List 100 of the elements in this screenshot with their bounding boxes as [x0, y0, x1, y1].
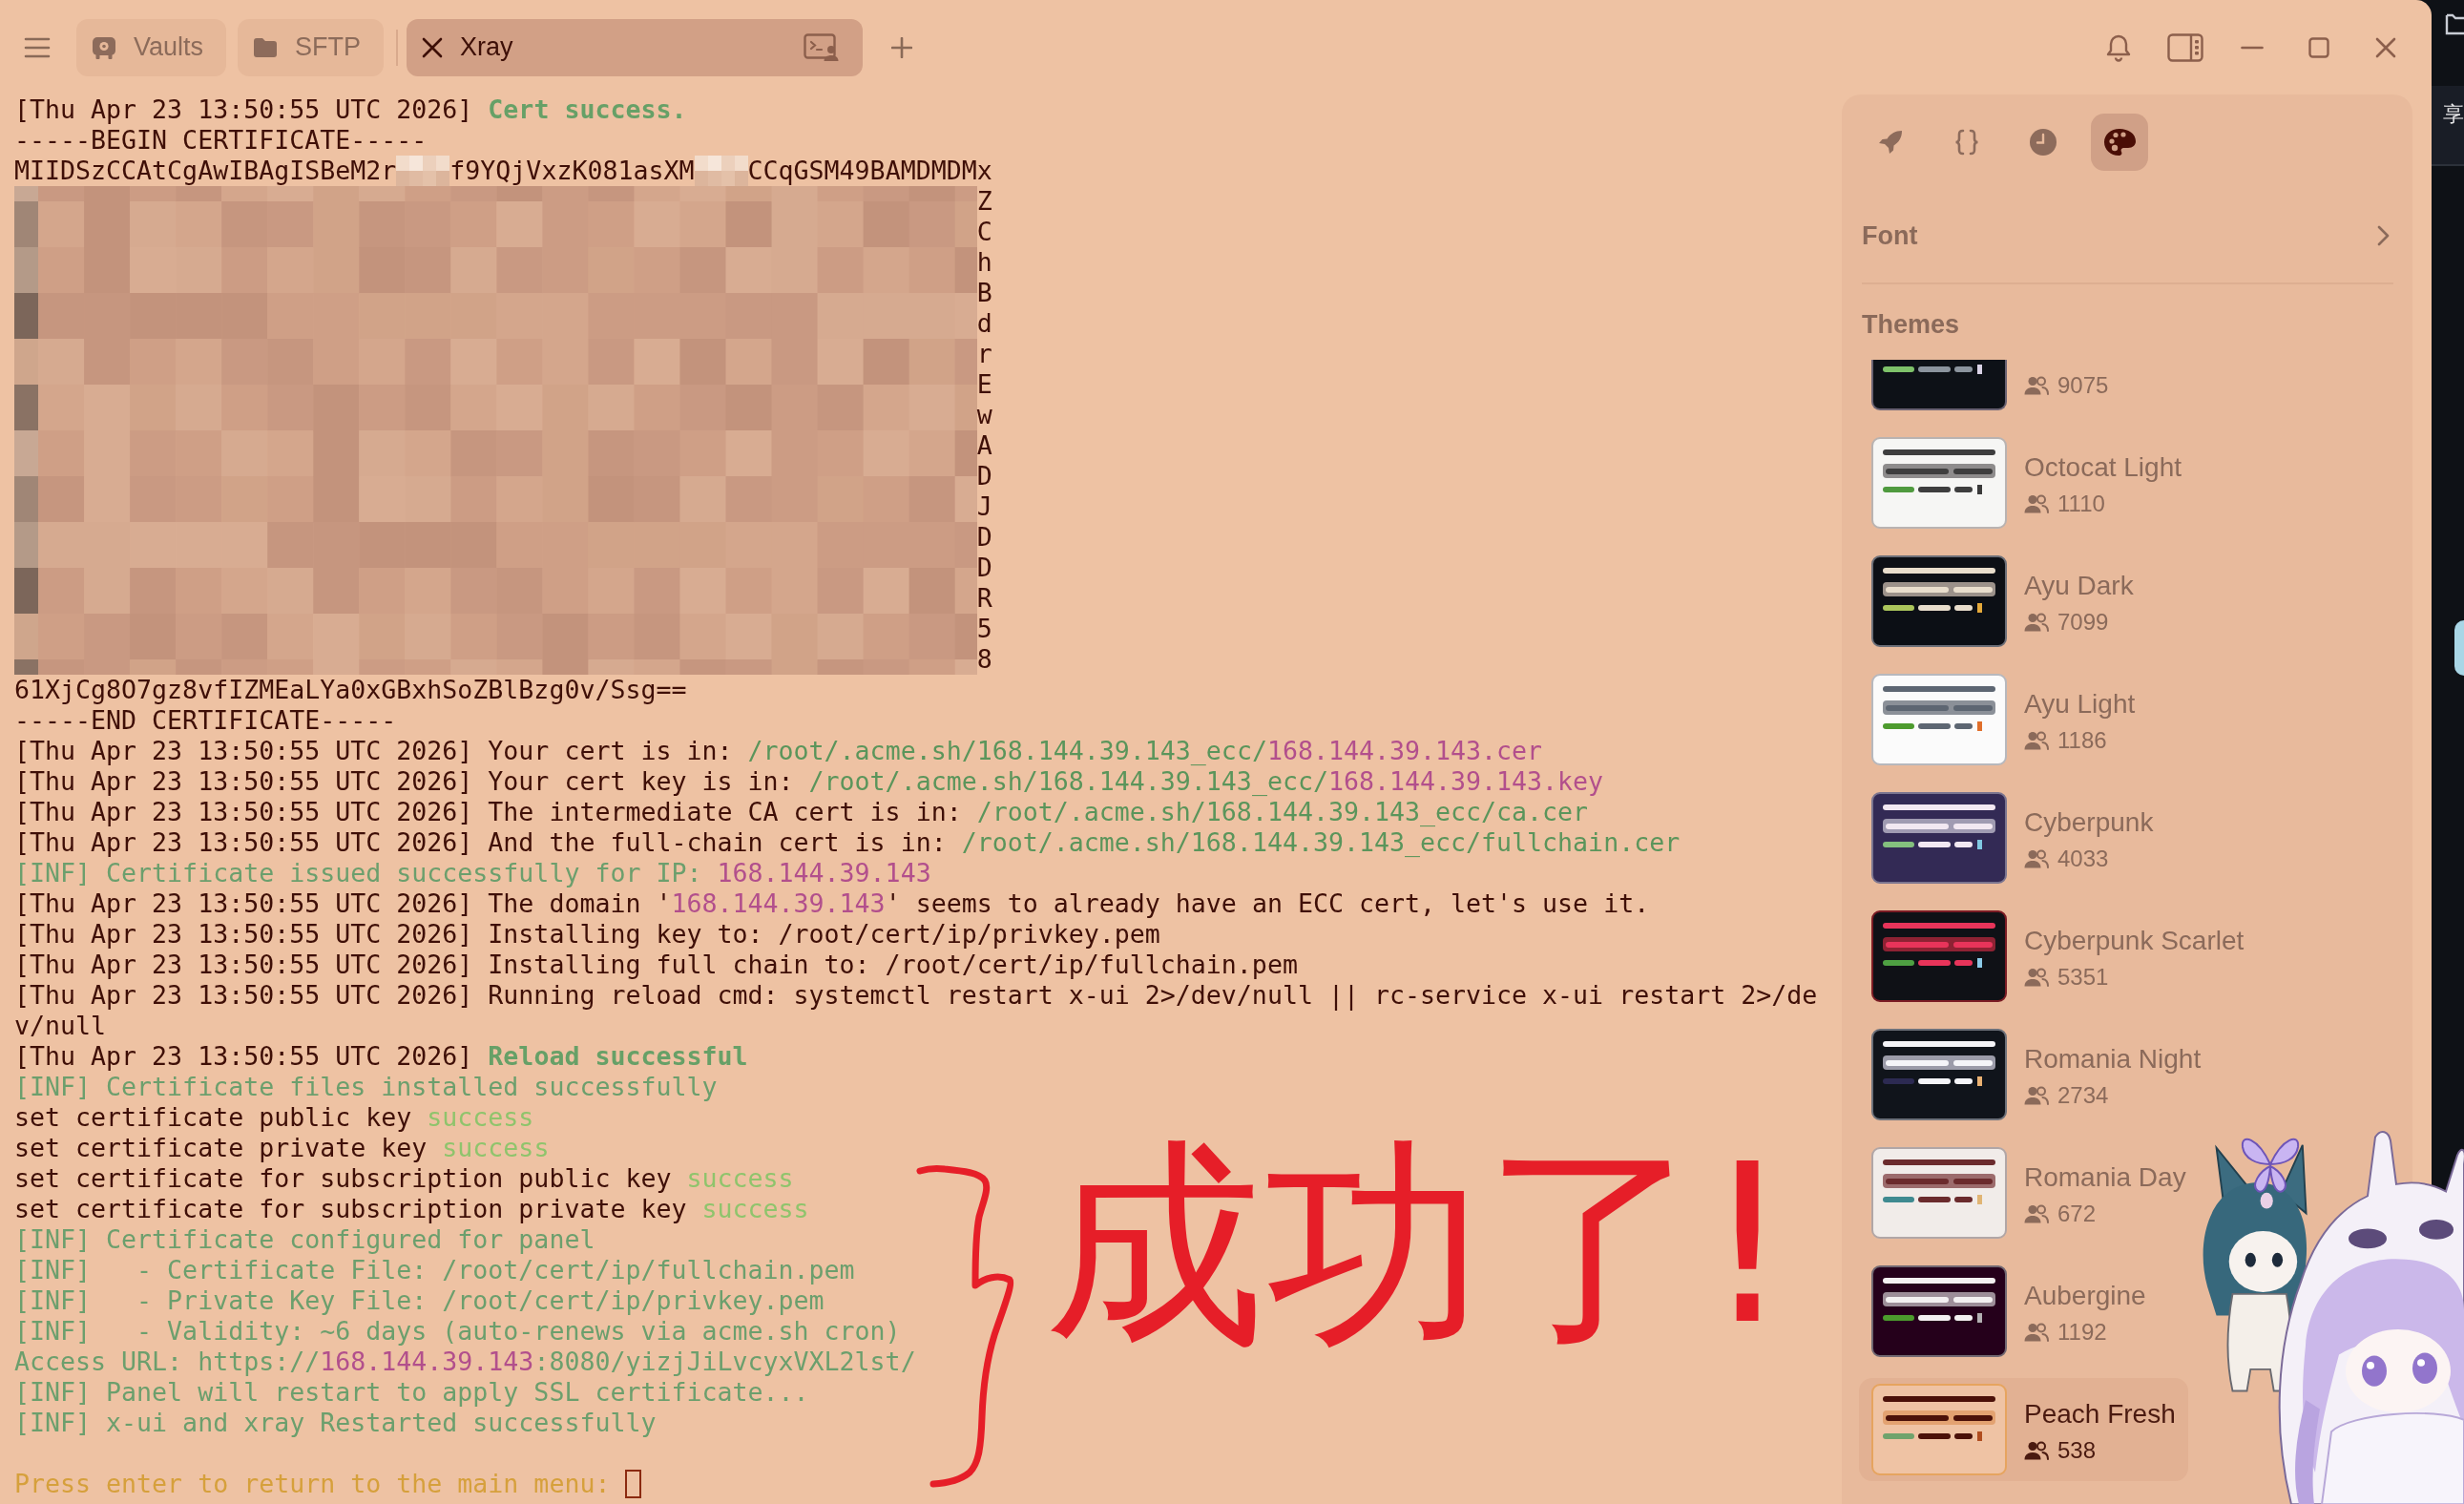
terminal-line: [INF] - Private Key File: /root/cert/ip/privkey.pem [14, 1285, 825, 1316]
terminal-text: MIIDSzCCAtCgAwIBAgISBeM2r [14, 156, 397, 186]
terminal-icon[interactable] [804, 32, 841, 62]
terminal-line: v/null [14, 1011, 107, 1041]
theme-name: Ayu Light [2024, 688, 2136, 721]
users-icon [2024, 494, 2049, 513]
tab[interactable]: Vaults [76, 18, 227, 76]
theme-item[interactable]: Cyberpunk Scarlet 5351 [1859, 905, 2257, 1008]
theme-item[interactable]: Romania Day 672 [1859, 1141, 2199, 1244]
safe-icon [92, 35, 116, 59]
terminal-text: J [976, 491, 992, 522]
theme-name: Ayu Dark [2024, 570, 2134, 602]
theme-name: Romania Night [2024, 1043, 2202, 1076]
bell-icon[interactable] [2106, 32, 2131, 62]
user-count: 1192 [2057, 1318, 2107, 1347]
theme-item[interactable]: Aubergine 1192 [1859, 1260, 2159, 1363]
terminal-line: -----END CERTIFICATE----- [14, 705, 397, 736]
terminal-line: [INF] Certificate files installed successfully [14, 1072, 718, 1102]
user-count: 5351 [2057, 963, 2109, 992]
theme-item[interactable]: Romania Night 2734 [1859, 1023, 2214, 1126]
terminal-line: [Thu Apr 23 13:50:55 UTC 2026] Running reload cmd: systemctl restart x-ui 2>/dev/null || rc-service x-ui restart 2>/de [14, 980, 1818, 1011]
user-count: 1186 [2057, 726, 2107, 755]
terminal-text: E [976, 369, 992, 400]
terminal-line: [Thu Apr 23 13:50:55 UTC 2026] Your cert is in: /root/.acme.sh/168.144.39.143_ecc/168.144.39.143.cer [14, 736, 1543, 766]
tab[interactable]: Xray [407, 18, 864, 76]
theme-item[interactable]: Octocat Light 1110 [1859, 431, 2194, 534]
theme-name: Aubergine [2024, 1280, 2146, 1312]
panel-layout-icon[interactable] [2167, 32, 2203, 62]
theme-name: Peach Fresh [2024, 1398, 2176, 1431]
terminal-text: Z [976, 186, 992, 217]
close-icon[interactable] [422, 36, 444, 58]
terminal-line: [INF] x-ui and xray Restarted successfully [14, 1408, 657, 1438]
users-icon [2024, 731, 2049, 750]
terminal-text: R [976, 583, 992, 614]
tab[interactable]: SFTP [238, 18, 385, 76]
terminal-text: D [976, 553, 992, 583]
users-icon [2024, 1323, 2049, 1342]
theme-item[interactable]: Ayu Light 1186 [1859, 668, 2148, 771]
users-icon [2024, 1204, 2049, 1223]
theme-item[interactable]: Ayu Dark 7099 [1859, 550, 2146, 653]
terminal-text: C [976, 217, 992, 247]
chevron-right-icon [2377, 225, 2390, 246]
theme-item[interactable]: Peach Fresh 538 [1859, 1378, 2188, 1481]
palette-icon [2103, 128, 2136, 157]
terminal-line: set certificate for subscription private key success [14, 1194, 809, 1224]
user-count: 9075 [2057, 371, 2109, 400]
theme-name: Octocat Light [2024, 451, 2182, 484]
terminal-text: r [976, 339, 992, 369]
terminal-line: set certificate public key success [14, 1102, 534, 1133]
terminal-text: w [976, 400, 992, 430]
theme-name: Cyberpunk Scarlet [2024, 925, 2245, 957]
users-icon [2024, 849, 2049, 868]
terminal-line: [Thu Apr 23 13:50:55 UTC 2026] The domain '168.144.39.143' seems to already have an ECC cert, let's use it. [14, 888, 1650, 919]
section-heading: Themes [1862, 309, 1960, 340]
header-text: 享 [2443, 101, 2464, 128]
terminal-line: [Thu Apr 23 13:50:55 UTC 2026] Cert success. [14, 94, 687, 125]
rocket-icon [1878, 130, 1903, 155]
theme-item[interactable]: Cyberpunk 4033 [1859, 786, 2166, 889]
terminal-line: [INF] Certificate configured for panel [14, 1224, 595, 1255]
folder-icon [253, 36, 279, 58]
users-icon [2024, 968, 2049, 987]
terminal-text: CCqGSM49BAMDMDMx [747, 156, 992, 186]
terminal-line: [Thu Apr 23 13:50:55 UTC 2026] Your cert key is in: /root/.acme.sh/168.144.39.143_ecc/168.144.39.143.key [14, 766, 1604, 797]
terminal-text: D [976, 461, 992, 491]
terminal-text: D [976, 522, 992, 553]
folder-icon [2445, 11, 2464, 36]
terminal-line: [INF] Panel will restart to apply SSL certificate... [14, 1377, 809, 1408]
terminal-text: 8 [976, 644, 992, 675]
minimize-icon[interactable] [2241, 45, 2264, 50]
terminal-line: [Thu Apr 23 13:50:55 UTC 2026] And the full-chain cert is in: /root/.acme.sh/168.144.39.143_ecc/fullchain.cer [14, 827, 1681, 858]
annotation-text: 成功了! [1045, 1136, 1792, 1355]
tool-button[interactable] [2091, 114, 2148, 171]
user-count: 2734 [2057, 1081, 2109, 1110]
menu-icon[interactable] [24, 36, 51, 58]
maximize-icon[interactable] [2308, 36, 2329, 58]
terminal-line: [INF] Certificate issued successfully for IP: 168.144.39.143 [14, 858, 931, 888]
close-icon[interactable] [2375, 36, 2396, 58]
theme-item[interactable]: 9075 [1859, 360, 2121, 416]
terminal-text: B [976, 278, 992, 308]
user-count: 7099 [2057, 608, 2109, 637]
plus-icon[interactable] [891, 36, 913, 58]
clock-icon [2029, 128, 2057, 157]
user-count: 672 [2057, 1200, 2097, 1228]
terminal-text: f9YQjVxzK081asXM [449, 156, 695, 186]
users-icon [2024, 376, 2049, 395]
users-icon [2024, 1086, 2049, 1105]
terminal-line: [Thu Apr 23 13:50:55 UTC 2026] Reload successful [14, 1041, 748, 1072]
terminal-line: [Thu Apr 23 13:50:55 UTC 2026] Installing full chain to: /root/cert/ip/fullchain.pem [14, 950, 1298, 980]
terminal-text: A [976, 430, 992, 461]
users-icon [2024, 613, 2049, 632]
theme-name: Cyberpunk [2024, 806, 2154, 839]
terminal-line: 61XjCg8O7gz8vfIZMEaLYa0xGBxhSoZBlBzg0v/Ssg== [14, 675, 687, 705]
font-menu-item[interactable]: Font [1862, 212, 2393, 260]
terminal-text: 5 [976, 614, 992, 644]
code-braces-icon [1954, 129, 1979, 156]
terminal-text: h [976, 247, 992, 278]
terminal-line: [Thu Apr 23 13:50:55 UTC 2026] Installing key to: /root/cert/ip/privkey.pem [14, 919, 1160, 950]
theme-name: Romania Day [2024, 1161, 2186, 1194]
terminal-line: set certificate for subscription public key success [14, 1163, 794, 1194]
user-count: 4033 [2057, 845, 2109, 873]
